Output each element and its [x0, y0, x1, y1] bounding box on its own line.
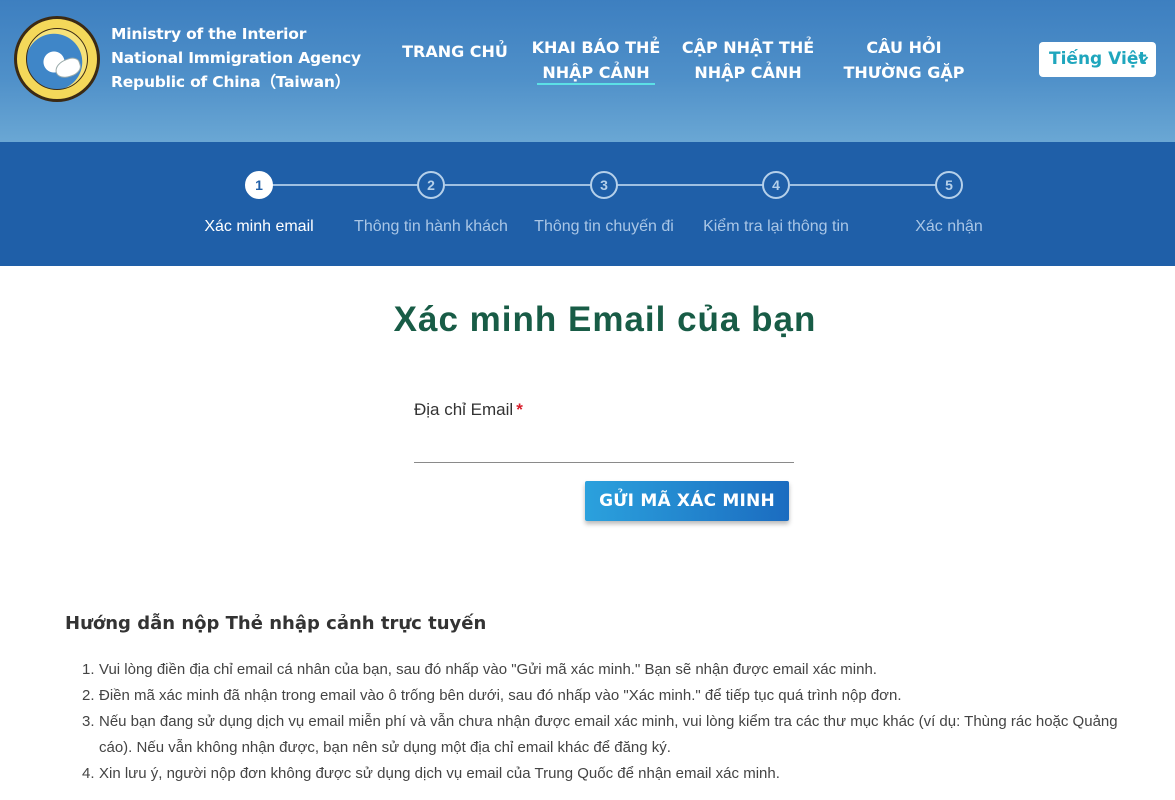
- step-5-circle: 5: [935, 171, 963, 199]
- step-connector: [445, 184, 591, 186]
- step-connector: [617, 184, 763, 186]
- page-title: Xác minh Email của bạn: [393, 300, 817, 339]
- guide-item-text: Xin lưu ý, người nộp đơn không được sử d…: [99, 765, 780, 782]
- logo-globe-icon: [26, 28, 88, 90]
- nav-faq-label-1: CÂU HỎI: [866, 38, 942, 57]
- guide-item: 1. Vui lòng điền địa chỉ email cá nhân c…: [82, 657, 1142, 683]
- nav-update-label-2: NHẬP CẢNH: [694, 63, 802, 82]
- step-1-circle: 1: [245, 171, 273, 199]
- email-input[interactable]: [414, 432, 794, 463]
- nav-update-entry-card[interactable]: CẬP NHẬT THẺ NHẬP CẢNH: [678, 35, 818, 85]
- guide-item-number: 2.: [82, 687, 95, 704]
- nav-declare-label-1: KHAI BÁO THẺ: [531, 38, 661, 57]
- language-select[interactable]: Tiếng Việt: [1039, 42, 1156, 77]
- guide-title: Hướng dẫn nộp Thẻ nhập cảnh trực tuyến: [65, 613, 487, 634]
- logo-dove-icon: [52, 55, 84, 81]
- step-2-circle: 2: [417, 171, 445, 199]
- progress-stepper: 1 2 3 4 5 Xác minh email Thông tin hành …: [0, 142, 1175, 266]
- guide-list: 1. Vui lòng điền địa chỉ email cá nhân c…: [82, 657, 1142, 787]
- guide-item: 2. Điền mã xác minh đã nhận trong email …: [82, 683, 1142, 709]
- site-header: Ministry of the Interior National Immigr…: [0, 0, 1175, 142]
- guide-item: 4. Xin lưu ý, người nộp đơn không được s…: [82, 761, 1142, 787]
- nav-faq[interactable]: CÂU HỎI THƯỜNG GẶP: [840, 35, 968, 85]
- guide-item-text: Nếu bạn đang sử dụng dịch vụ email miễn …: [99, 713, 1118, 756]
- step-connector: [790, 184, 936, 186]
- agency-line-3: Republic of China（Taiwan）: [111, 73, 351, 91]
- agency-logo[interactable]: [14, 16, 100, 102]
- agency-line-1: Ministry of the Interior: [111, 25, 307, 43]
- guide-item-number: 1.: [82, 661, 95, 678]
- chevron-down-icon: [1138, 42, 1149, 91]
- guide-item-text: Điền mã xác minh đã nhận trong email vào…: [99, 687, 902, 704]
- guide-item: 3. Nếu bạn đang sử dụng dịch vụ email mi…: [82, 709, 1142, 761]
- step-5-label: Xác nhận: [915, 218, 983, 235]
- send-verification-code-button[interactable]: GỬI MÃ XÁC MINH: [585, 481, 789, 521]
- guide-item-text: Vui lòng điền địa chỉ email cá nhân của …: [99, 661, 877, 678]
- agency-name: Ministry of the Interior National Immigr…: [111, 22, 361, 94]
- nav-declare-label-2: NHẬP CẢNH: [542, 63, 650, 82]
- step-3-label: Thông tin chuyến đi: [534, 218, 674, 235]
- step-4-circle: 4: [762, 171, 790, 199]
- nav-home-label: TRANG CHỦ: [402, 42, 508, 61]
- step-2-label: Thông tin hành khách: [354, 218, 508, 235]
- language-label: Tiếng Việt: [1049, 49, 1147, 69]
- step-4-label: Kiểm tra lại thông tin: [703, 218, 849, 235]
- guide-item-number: 3.: [82, 713, 95, 730]
- email-label: Địa chỉ Email *: [414, 400, 523, 420]
- nav-declare-entry-card[interactable]: KHAI BÁO THẺ NHẬP CẢNH: [526, 35, 666, 85]
- step-3-circle: 3: [590, 171, 618, 199]
- required-mark: *: [516, 400, 523, 419]
- guide-item-number: 4.: [82, 765, 95, 782]
- nav-home[interactable]: TRANG CHỦ: [395, 39, 515, 64]
- step-connector: [272, 184, 418, 186]
- step-1-label: Xác minh email: [204, 218, 314, 235]
- email-label-text: Địa chỉ Email: [414, 400, 514, 419]
- nav-faq-label-2: THƯỜNG GẶP: [843, 63, 965, 82]
- nav-active-underline: [537, 83, 655, 85]
- nav-update-label-1: CẬP NHẬT THẺ: [681, 38, 815, 57]
- agency-line-2: National Immigration Agency: [111, 49, 361, 67]
